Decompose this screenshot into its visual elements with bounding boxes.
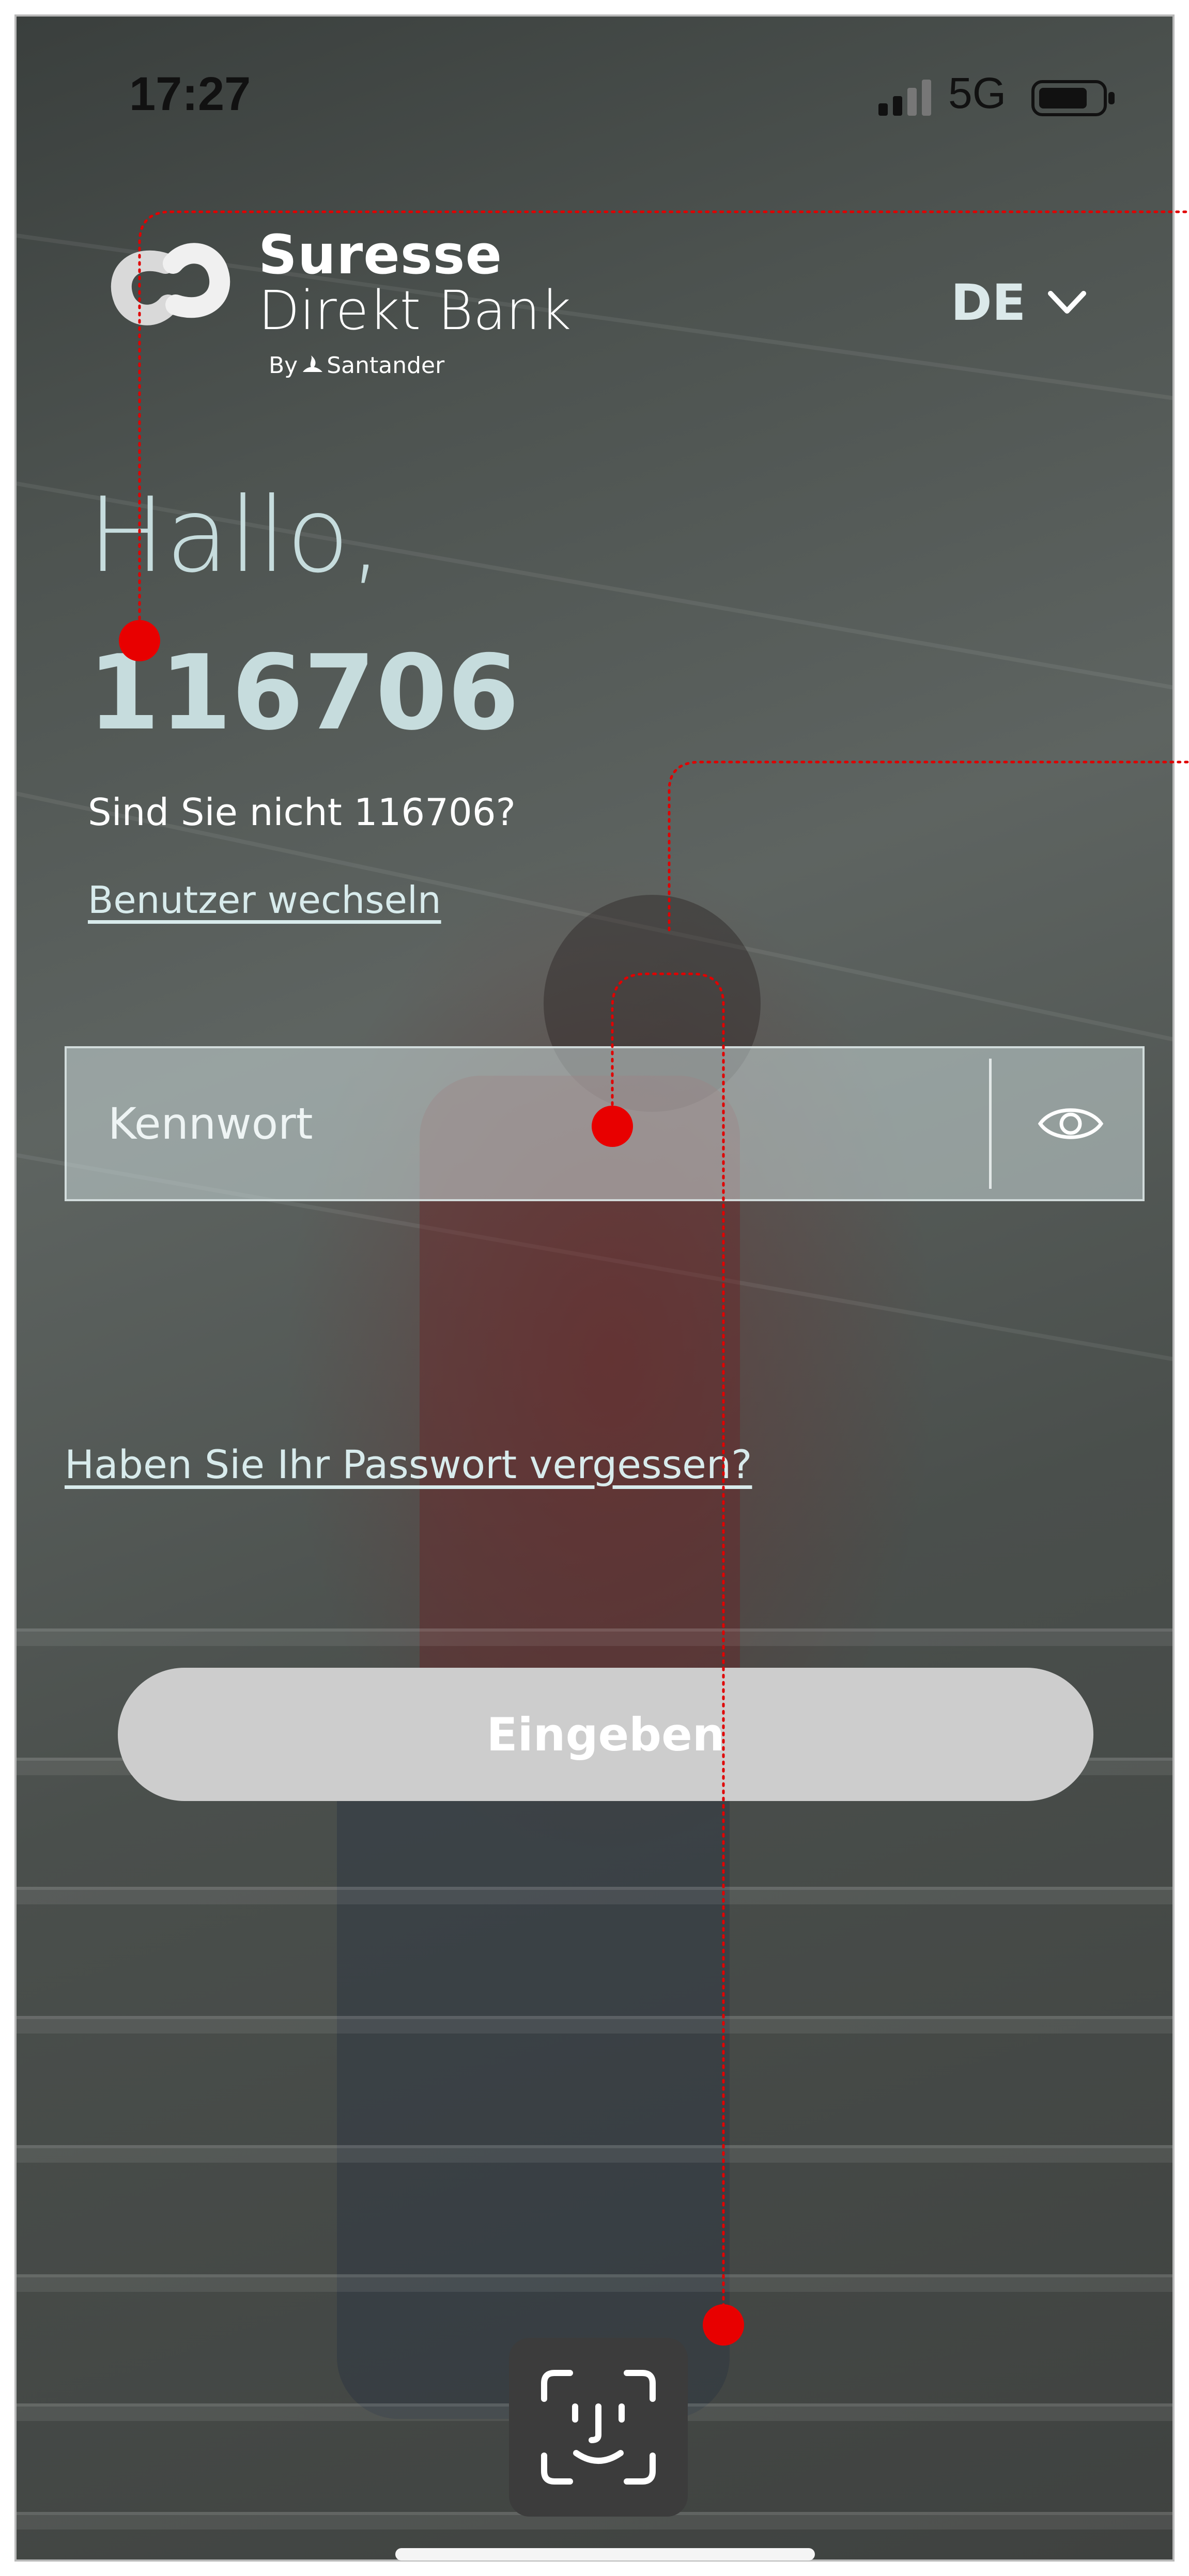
password-field — [65, 1046, 1145, 1201]
brand-name-line2: Direkt Bank — [258, 279, 572, 342]
login-screen — [14, 14, 1175, 2562]
face-id-icon — [541, 2370, 656, 2485]
battery-icon — [1031, 80, 1115, 116]
field-divider — [989, 1059, 992, 1189]
language-code: DE — [951, 274, 1026, 332]
show-password-button[interactable] — [997, 1048, 1145, 1199]
forgot-password-link[interactable]: Haben Sie Ihr Passwort vergessen? — [65, 1441, 752, 1487]
brand-partner-text: Santander — [327, 352, 445, 379]
cellular-signal-icon — [878, 80, 931, 116]
submit-button[interactable]: Eingeben — [118, 1668, 1093, 1801]
user-id: 116706 — [88, 633, 519, 753]
santander-flame-icon — [303, 355, 323, 372]
brand-by-text: By — [269, 352, 298, 379]
greeting-text: Hallo, — [88, 475, 383, 596]
not-user-prompt: Sind Sie nicht 116706? — [88, 790, 516, 834]
suresse-logo-icon — [111, 243, 230, 325]
eye-icon — [1038, 1108, 1104, 1139]
brand-name-line1: Suresse — [258, 223, 503, 286]
network-type: 5G — [948, 69, 1007, 117]
chevron-down-icon — [1048, 291, 1087, 314]
language-selector[interactable]: DE — [951, 274, 1088, 332]
switch-user-link[interactable]: Benutzer wechseln — [88, 878, 441, 922]
brand-byline: By Santander — [269, 352, 444, 379]
home-indicator — [395, 2548, 815, 2561]
status-bar-time: 17:27 — [129, 68, 251, 120]
face-id-button[interactable] — [509, 2338, 688, 2517]
password-input[interactable] — [67, 1048, 986, 1199]
